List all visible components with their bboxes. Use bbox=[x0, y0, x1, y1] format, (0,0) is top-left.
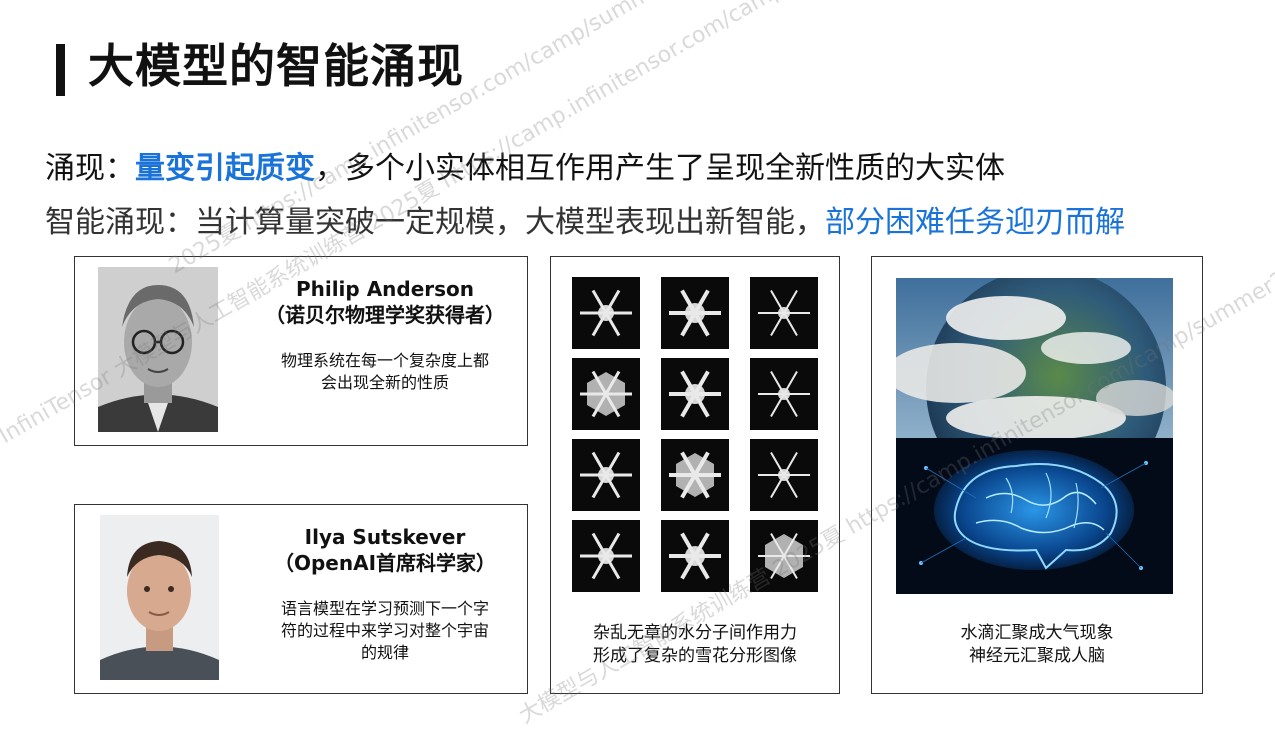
earth-clouds-image bbox=[896, 278, 1173, 438]
snowflake-tile bbox=[572, 520, 640, 592]
snowflake-card: 杂乱无章的水分子间作用力 形成了复杂的雪花分形图像 bbox=[550, 256, 840, 694]
snowflake-tile bbox=[750, 520, 818, 592]
anderson-card: Philip Anderson （诺贝尔物理学奖获得者） 物理系统在每一个复杂度… bbox=[74, 256, 528, 446]
sutskever-portrait bbox=[100, 515, 219, 680]
sutskever-quote-line-1: 语言模型在学习预测下一个字 bbox=[280, 599, 489, 618]
snowflake-tile bbox=[661, 277, 729, 349]
sutskever-role: （OpenAI首席科学家） bbox=[273, 551, 497, 575]
intelligence-prefix: 智能涌现：当计算量突破一定规模，大模型表现出新智能， bbox=[45, 205, 825, 240]
earth-brain-caption-line-2: 神经元汇聚成人脑 bbox=[969, 646, 1105, 666]
snowflake-grid-image bbox=[572, 277, 818, 592]
anderson-quote-line-1: 物理系统在每一个复杂度上都 bbox=[280, 351, 489, 370]
anderson-name: Philip Anderson bbox=[295, 277, 475, 301]
snowflake-tile bbox=[750, 439, 818, 511]
emergence-definition: 涌现：量变引起质变，多个小实体相互作用产生了呈现全新性质的大实体 bbox=[45, 143, 1005, 187]
anderson-portrait bbox=[98, 267, 218, 432]
title-accent-bar bbox=[56, 44, 65, 96]
snowflake-tile bbox=[750, 277, 818, 349]
definition-rest: ，多个小实体相互作用产生了呈现全新性质的大实体 bbox=[315, 151, 1005, 186]
sutskever-card: Ilya Sutskever （OpenAI首席科学家） 语言模型在学习预测下一… bbox=[74, 504, 528, 694]
definition-prefix: 涌现： bbox=[45, 151, 135, 186]
sutskever-quote-line-3: 的规律 bbox=[360, 643, 409, 662]
earth-brain-caption-line-1: 水滴汇聚成大气现象 bbox=[960, 623, 1114, 643]
snowflake-tile bbox=[572, 439, 640, 511]
sutskever-quote-line-2: 符的过程中来学习对整个宇宙 bbox=[280, 621, 489, 640]
definition-highlight: 量变引起质变 bbox=[135, 151, 315, 186]
snowflake-caption-line-1: 杂乱无章的水分子间作用力 bbox=[593, 623, 797, 643]
intelligence-highlight: 部分困难任务迎刃而解 bbox=[825, 205, 1125, 240]
brain-network-image bbox=[896, 438, 1173, 594]
sutskever-name: Ilya Sutskever bbox=[304, 525, 466, 549]
snowflake-caption-line-2: 形成了复杂的雪花分形图像 bbox=[593, 646, 797, 666]
snowflake-tile bbox=[661, 439, 729, 511]
snowflake-tile bbox=[572, 358, 640, 430]
snowflake-tile bbox=[661, 520, 729, 592]
snowflake-tile bbox=[661, 358, 729, 430]
earth-brain-card: 水滴汇聚成大气现象 神经元汇聚成人脑 bbox=[871, 256, 1203, 694]
snowflake-tile bbox=[572, 277, 640, 349]
page-title: 大模型的智能涌现 bbox=[88, 39, 464, 93]
anderson-quote-line-2: 会出现全新的性质 bbox=[320, 373, 449, 392]
snowflake-tile bbox=[750, 358, 818, 430]
intelligence-emergence-definition: 智能涌现：当计算量突破一定规模，大模型表现出新智能，部分困难任务迎刃而解 bbox=[45, 197, 1125, 241]
anderson-role: （诺贝尔物理学奖获得者） bbox=[265, 303, 505, 327]
